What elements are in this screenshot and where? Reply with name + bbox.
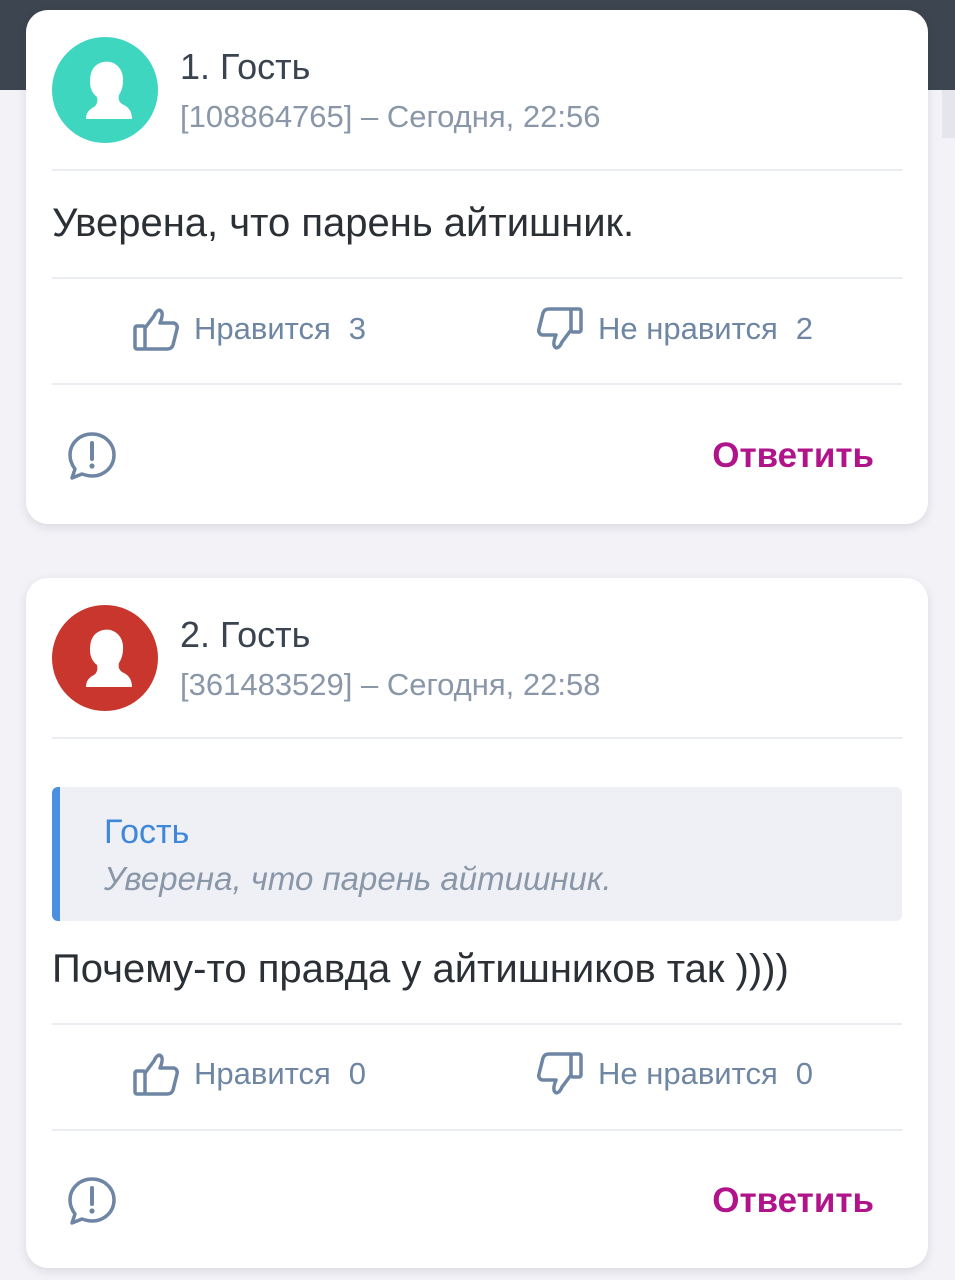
quote-author[interactable]: Гость xyxy=(104,813,189,852)
reply-button[interactable]: Ответить xyxy=(712,1181,874,1221)
comment-meta: [108864765] – Сегодня, 22:56 xyxy=(180,99,601,134)
divider xyxy=(52,383,902,385)
like-count: 0 xyxy=(348,1056,367,1091)
avatar[interactable] xyxy=(52,37,158,143)
comment-meta: [361483529] – Сегодня, 22:58 xyxy=(180,667,601,702)
thumbs-down-icon xyxy=(537,307,583,350)
thumbs-down-icon xyxy=(537,1052,583,1095)
divider xyxy=(52,169,902,171)
reply-button[interactable]: Ответить xyxy=(712,436,874,476)
user-silhouette-icon xyxy=(86,61,132,119)
avatar[interactable] xyxy=(52,605,158,711)
comment-text: Почему-то правда у айтишников так )))) xyxy=(52,947,789,991)
dislike-count: 2 xyxy=(795,311,814,346)
divider xyxy=(52,1023,902,1025)
quote-text: Уверена, что парень айтишник. xyxy=(104,860,612,897)
divider xyxy=(52,277,902,279)
like-button[interactable]: Нравится 3 xyxy=(132,306,366,352)
dislike-button[interactable]: Не нравится 0 xyxy=(536,1051,813,1097)
user-silhouette-icon xyxy=(86,629,132,687)
like-label: Нравится xyxy=(194,311,331,346)
thumbs-up-icon xyxy=(133,308,179,351)
quoted-comment: Гость Уверена, что парень айтишник. xyxy=(52,787,902,921)
side-panel-edge xyxy=(942,90,955,138)
dislike-label: Не нравится xyxy=(598,311,778,346)
report-icon[interactable] xyxy=(66,430,118,482)
thumbs-up-icon xyxy=(133,1053,179,1096)
divider xyxy=(52,737,902,739)
report-icon[interactable] xyxy=(66,1175,118,1227)
dislike-count: 0 xyxy=(795,1056,814,1091)
comment-card: 1. Гость [108864765] – Сегодня, 22:56 Ув… xyxy=(26,10,928,524)
quote-bar xyxy=(52,787,60,921)
divider xyxy=(52,1129,902,1131)
dislike-button[interactable]: Не нравится 2 xyxy=(536,306,813,352)
dislike-label: Не нравится xyxy=(598,1056,778,1091)
like-button[interactable]: Нравится 0 xyxy=(132,1051,366,1097)
author-name[interactable]: 2. Гость xyxy=(180,614,310,656)
comment-card: 2. Гость [361483529] – Сегодня, 22:58 Го… xyxy=(26,578,928,1268)
like-label: Нравится xyxy=(194,1056,331,1091)
author-name[interactable]: 1. Гость xyxy=(180,46,310,88)
like-count: 3 xyxy=(348,311,367,346)
comment-text: Уверена, что парень айтишник. xyxy=(52,201,635,245)
